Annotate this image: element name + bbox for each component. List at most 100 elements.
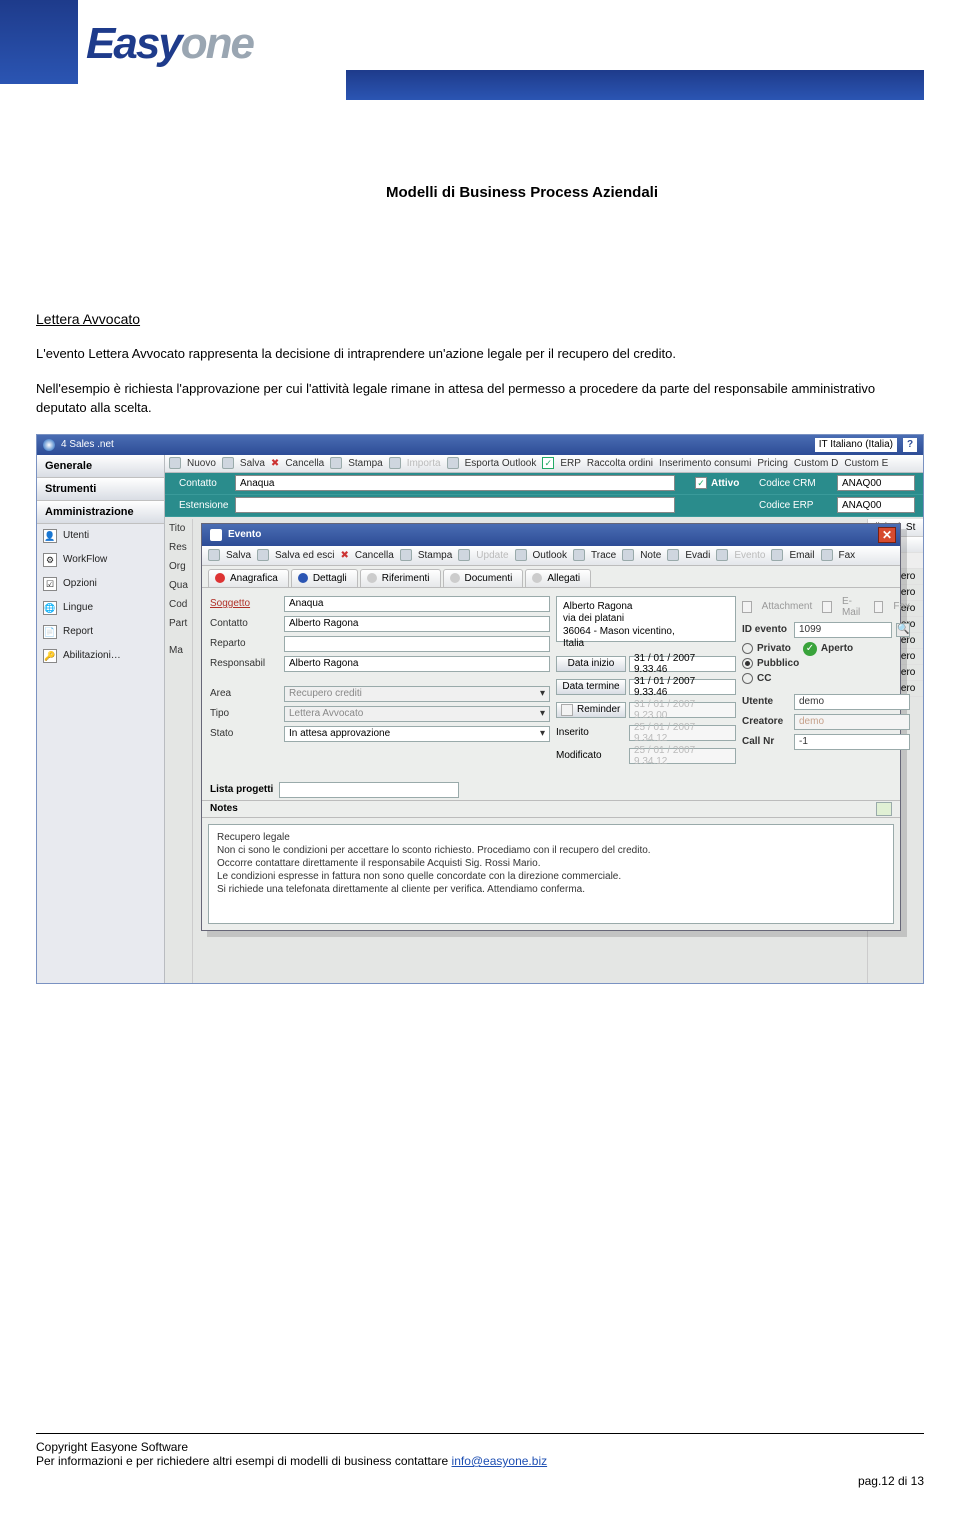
save-icon: [222, 457, 234, 469]
aperto-check-icon: ✓: [803, 642, 817, 656]
btn-data-termine[interactable]: Data termine: [556, 679, 626, 695]
tb-email[interactable]: Email: [789, 550, 814, 561]
evento-dialog: Evento ✕ Salva Salva ed esci ✖Cancella S…: [201, 523, 901, 931]
tb-stampa[interactable]: Stampa: [348, 458, 382, 469]
area-label: Area: [210, 688, 284, 699]
tab-documenti[interactable]: Documenti: [443, 569, 524, 587]
cut-column-left: Tito Res Org Qua Cod Part Ma: [165, 519, 193, 983]
val-data-inizio[interactable]: 31 / 01 / 2007 9.33.46: [629, 656, 736, 672]
btn-reminder[interactable]: Reminder: [556, 702, 626, 718]
close-button[interactable]: ✕: [878, 527, 896, 543]
tb-custome[interactable]: Custom E: [844, 458, 888, 469]
cut-label: [165, 633, 192, 641]
privato-radio[interactable]: [742, 643, 753, 654]
stato-dropdown[interactable]: In attesa approvazione: [284, 726, 550, 742]
reminder-checkbox[interactable]: [561, 704, 573, 716]
search-icon[interactable]: 🔍: [896, 623, 910, 637]
lista-progetti-dropdown[interactable]: [279, 782, 459, 798]
tb-fax[interactable]: Fax: [839, 550, 856, 561]
tb-raccolta[interactable]: Raccolta ordini: [587, 458, 653, 469]
save-icon: [208, 549, 220, 561]
attivo-label: Attivo: [711, 478, 759, 489]
erp-checkbox[interactable]: ✓: [542, 457, 554, 469]
sidebar-head-generale[interactable]: Generale: [37, 455, 164, 478]
lista-progetti-label: Lista progetti: [210, 784, 273, 795]
tb-esporta[interactable]: Esporta Outlook: [465, 458, 537, 469]
id-evento-value[interactable]: 1099: [794, 622, 892, 638]
cut-label: Tito: [165, 519, 192, 538]
tab-dot-icon: [532, 573, 542, 583]
attachment-label: Attachment: [762, 601, 813, 612]
estensione-field[interactable]: [235, 497, 675, 513]
val-data-termine[interactable]: 31 / 01 / 2007 9.33.46: [629, 679, 736, 695]
cut-label: Qua: [165, 576, 192, 595]
help-icon[interactable]: ?: [903, 438, 917, 452]
tb-salva-esci[interactable]: Salva ed esci: [275, 550, 334, 561]
languages-icon: 🌐: [43, 601, 57, 615]
tb-pricing[interactable]: Pricing: [757, 458, 788, 469]
tb-nuovo[interactable]: Nuovo: [187, 458, 216, 469]
tb-consumi[interactable]: Inserimento consumi: [659, 458, 751, 469]
sidebar-item-utenti[interactable]: 👤Utenti: [37, 524, 164, 548]
tab-dettagli[interactable]: Dettagli: [291, 569, 358, 587]
utente-value[interactable]: demo: [794, 694, 910, 710]
contact-header-row: Contatto Anaqua ✓ Attivo Codice CRM ANAQ…: [165, 473, 923, 495]
attivo-checkbox[interactable]: ✓: [695, 477, 707, 489]
tab-riferimenti[interactable]: Riferimenti: [360, 569, 441, 587]
area-dropdown[interactable]: Recupero crediti: [284, 686, 550, 702]
import-icon: [389, 457, 401, 469]
contatto-field[interactable]: Anaqua: [235, 475, 675, 491]
evadi-icon: [667, 549, 679, 561]
sidebar-item-lingue[interactable]: 🌐Lingue: [37, 596, 164, 620]
tb-salva[interactable]: Salva: [240, 458, 265, 469]
cc-radio[interactable]: [742, 673, 753, 684]
sidebar-item-label: WorkFlow: [63, 554, 107, 565]
notes-textarea[interactable]: Recupero legale Non ci sono le condizion…: [208, 824, 894, 924]
utente-label: Utente: [742, 696, 794, 707]
tab-label: Anagrafica: [230, 573, 278, 584]
outlook-icon: [515, 549, 527, 561]
tb-cancella[interactable]: Cancella: [355, 550, 394, 561]
tb-cancella[interactable]: Cancella: [285, 458, 324, 469]
section-heading: Lettera Avvocato: [36, 311, 924, 327]
contatto-input[interactable]: Alberto Ragona: [284, 616, 550, 632]
tipo-dropdown[interactable]: Lettera Avvocato: [284, 706, 550, 722]
codice-erp-value[interactable]: ANAQ00: [837, 497, 915, 513]
attachment-checkbox[interactable]: [742, 601, 752, 613]
tab-allegati[interactable]: Allegati: [525, 569, 591, 587]
tb-outlook[interactable]: Outlook: [533, 550, 567, 561]
tb-erp[interactable]: ERP: [560, 458, 581, 469]
sidebar-item-workflow[interactable]: ⚙WorkFlow: [37, 548, 164, 572]
tab-anagrafica[interactable]: Anagrafica: [208, 569, 289, 587]
responsabile-input[interactable]: Alberto Ragona: [284, 656, 550, 672]
footer-email-link[interactable]: info@easyone.biz: [452, 1454, 548, 1468]
soggetto-label[interactable]: Soggetto: [210, 598, 284, 609]
modificato-label: Modificato: [556, 748, 626, 768]
app-icon: [43, 439, 55, 451]
fax-checkbox[interactable]: [874, 601, 884, 613]
tb-salva[interactable]: Salva: [226, 550, 251, 561]
soggetto-input[interactable]: Anaqua: [284, 596, 550, 612]
paragraph-2: Nell'esempio è richiesta l'approvazione …: [36, 380, 924, 418]
pubblico-radio[interactable]: [742, 658, 753, 669]
sidebar-item-opzioni[interactable]: ☑Opzioni: [37, 572, 164, 596]
email-checkbox[interactable]: [822, 601, 832, 613]
codice-crm-value[interactable]: ANAQ00: [837, 475, 915, 491]
reparto-input[interactable]: [284, 636, 550, 652]
notes-edit-icon[interactable]: [876, 802, 892, 816]
sidebar-head-amministrazione[interactable]: Amministrazione: [37, 501, 164, 524]
fax-icon: [821, 549, 833, 561]
btn-data-inizio[interactable]: Data inizio: [556, 656, 626, 672]
sidebar-item-report[interactable]: 📄Report: [37, 620, 164, 644]
language-selector[interactable]: IT Italiano (Italia): [815, 438, 897, 452]
sidebar-item-abilitazioni[interactable]: 🔑Abilitazioni…: [37, 644, 164, 668]
callnr-value[interactable]: -1: [794, 734, 910, 750]
sidebar-head-strumenti[interactable]: Strumenti: [37, 478, 164, 501]
tb-stampa[interactable]: Stampa: [418, 550, 452, 561]
tb-evadi[interactable]: Evadi: [685, 550, 710, 561]
tb-customd[interactable]: Custom D: [794, 458, 838, 469]
sidebar-item-label: Report: [63, 626, 93, 637]
tb-trace[interactable]: Trace: [591, 550, 616, 561]
permissions-icon: 🔑: [43, 649, 57, 663]
tb-note[interactable]: Note: [640, 550, 661, 561]
